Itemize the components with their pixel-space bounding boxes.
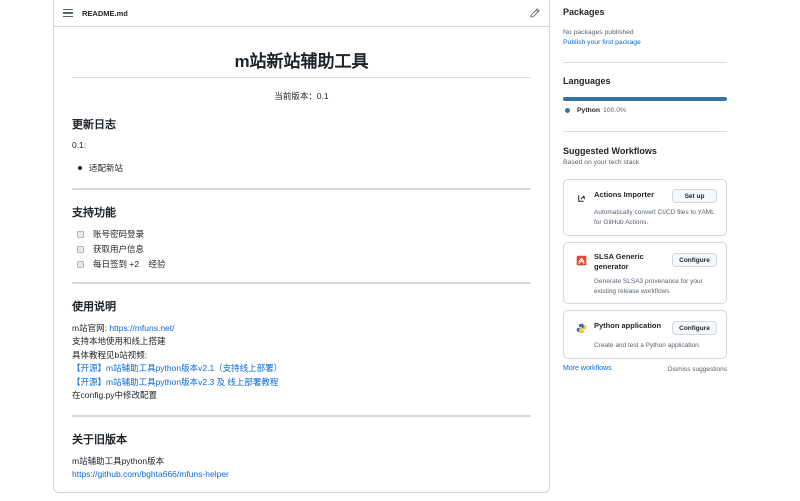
section-divider — [72, 414, 531, 417]
workflow-card: Actions Importer Set up Automatically co… — [563, 179, 727, 236]
dismiss-suggestions-button[interactable]: Dismiss suggestions — [668, 366, 727, 373]
title-divider — [72, 77, 531, 78]
languages-heading: Languages — [563, 76, 611, 86]
task-item: 获取用户信息 — [72, 242, 531, 257]
language-color-dot — [565, 108, 570, 113]
old-version-heading: 关于旧版本 — [72, 433, 127, 446]
readme-title-heading: m站新站辅助工具 — [234, 52, 369, 71]
workflow-title: SLSA Generic generator — [594, 252, 644, 271]
slsa-icon — [576, 255, 587, 266]
video-link-v23[interactable]: 【开源】m站辅助工具python版本v2.3 及 线上部署教程 — [72, 377, 278, 387]
github-old-version-link[interactable]: https://github.com/bghta666/mfuns-helper — [72, 469, 229, 479]
features-heading: 支持功能 — [72, 206, 116, 219]
readme-header: README.md — [54, 0, 549, 27]
workflow-title: Python application — [594, 321, 662, 330]
language-percent: 100.0% — [603, 107, 627, 114]
sidebar-divider — [563, 131, 727, 132]
publish-package-link[interactable]: Publish your first package — [563, 39, 641, 46]
workflow-description: Generate SLSA3 provenance for your exist… — [594, 278, 703, 295]
task-item: 每日签到 +2 经验 — [72, 257, 531, 272]
python-icon — [576, 323, 587, 334]
task-checkbox — [77, 245, 84, 253]
outline-list-icon[interactable] — [63, 8, 73, 18]
task-item: 账号密码登录 — [72, 227, 531, 242]
changelog-item: 适配新站 — [89, 162, 124, 173]
usage-site-line: m站官网: https://mfuns.net/ — [72, 322, 531, 336]
bullet-dot — [78, 165, 82, 170]
section-divider — [72, 281, 531, 284]
task-checkbox — [77, 230, 84, 238]
section-divider — [72, 187, 531, 190]
changelog-version: 0.1: — [72, 140, 87, 150]
task-checkbox — [77, 260, 84, 268]
version-text: 当前版本：0.1 — [274, 91, 329, 101]
workflow-description: Create and test a Python application. — [594, 342, 701, 349]
language-name: Python — [577, 107, 601, 114]
task-label: 每日签到 +2 经验 — [93, 259, 166, 269]
workflows-subheading: Based on your tech stack — [563, 159, 640, 166]
configure-button[interactable]: Configure — [672, 321, 717, 335]
more-workflows-link[interactable]: More workflows — [563, 365, 612, 372]
usage-content: m站官网: https://mfuns.net/ 支持本地使用和线上搭建 具体教… — [72, 322, 531, 403]
old-version-line: m站辅助工具python版本 — [72, 455, 165, 466]
workflow-card: Python application Configure Create and … — [563, 310, 727, 359]
actions-importer-icon — [578, 195, 585, 202]
readme-filename[interactable]: README.md — [82, 9, 128, 18]
setup-button[interactable]: Set up — [672, 189, 717, 203]
workflow-card: SLSA Generic generator Configure Generat… — [563, 242, 727, 304]
mfuns-site-link[interactable]: https://mfuns.net/ — [109, 323, 174, 333]
list-item: 适配新站 — [72, 162, 531, 174]
configure-button[interactable]: Configure — [672, 253, 717, 267]
language-item[interactable]: Python 100.0% — [563, 107, 626, 114]
language-bar — [563, 97, 727, 101]
usage-line: 在config.py中修改配置 — [72, 390, 158, 400]
readme-body: m站新站辅助工具 当前版本：0.1 更新日志 0.1: 适配新站 支持功能 账号… — [54, 51, 549, 482]
packages-empty-text: No packages published — [563, 29, 634, 36]
task-label: 账号密码登录 — [93, 229, 145, 239]
task-list: 账号密码登录 获取用户信息 每日签到 +2 经验 — [72, 227, 531, 272]
usage-site-prefix: m站官网: — [72, 322, 110, 333]
packages-heading[interactable]: Packages — [563, 7, 605, 17]
task-label: 获取用户信息 — [93, 244, 145, 254]
changelog-heading: 更新日志 — [72, 119, 116, 131]
usage-heading: 使用说明 — [72, 300, 116, 313]
usage-line: 具体教程见b站视频: — [72, 349, 148, 360]
sidebar-divider — [563, 62, 727, 63]
video-link-v21[interactable]: 【开源】m站辅助工具python版本v2.1（支持线上部署） — [72, 363, 282, 373]
workflow-description: Automatically convert CI/CD files to YAM… — [594, 209, 715, 226]
workflows-heading: Suggested Workflows — [563, 146, 657, 156]
workflow-title: Actions Importer — [594, 190, 655, 199]
old-version-content: m站辅助工具python版本 https://github.com/bghta6… — [72, 455, 531, 482]
edit-pencil-icon[interactable] — [530, 8, 540, 18]
usage-line: 支持本地使用和线上搭建 — [72, 336, 166, 346]
readme-panel: README.md m站新站辅助工具 当前版本：0.1 更新日志 0.1: 适配… — [53, 0, 550, 493]
